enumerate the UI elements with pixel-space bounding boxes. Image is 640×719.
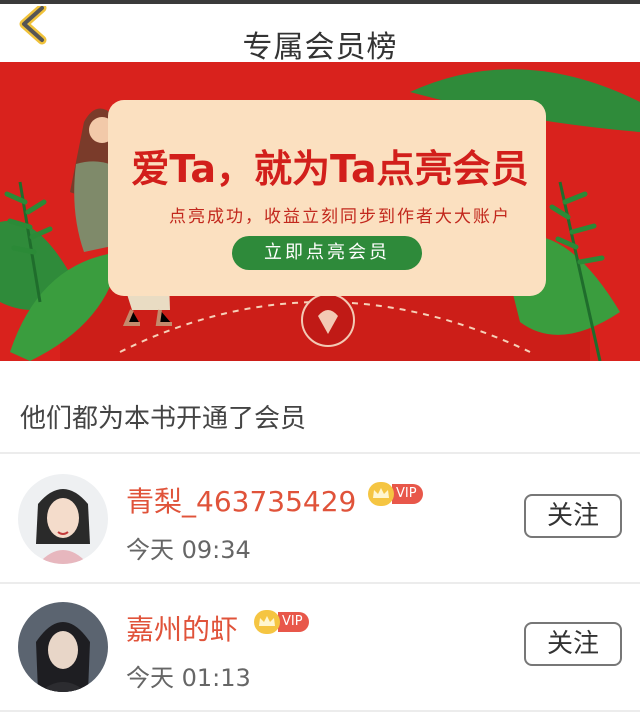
vip-badge: VIP	[254, 610, 309, 634]
avatar[interactable]	[18, 474, 108, 564]
divider	[0, 710, 640, 712]
member-time: 今天 09:34	[126, 536, 251, 564]
vip-badge: VIP	[368, 482, 423, 506]
member-time: 今天 01:13	[126, 664, 251, 692]
vip-label: VIP	[278, 612, 309, 632]
top-bar: 专属会员榜	[0, 3, 640, 65]
section-title: 他们都为本书开通了会员	[20, 404, 307, 434]
crown-icon	[254, 610, 280, 634]
list-item: 青梨_463735429 VIP 今天 09:34 关注	[0, 454, 640, 582]
follow-button[interactable]: 关注	[524, 494, 622, 538]
member-name[interactable]: 青梨_463735429	[126, 480, 356, 520]
member-name[interactable]: 嘉州的虾	[126, 608, 238, 648]
follow-button[interactable]: 关注	[524, 622, 622, 666]
list-item: 嘉州的虾 VIP 今天 01:13 关注	[0, 582, 640, 710]
promo-banner[interactable]: 爱Ta，就为Ta点亮会员 点亮成功，收益立刻同步到作者大大账户 立即点亮会员	[0, 62, 640, 361]
banner-headline: 爱Ta，就为Ta点亮会员	[131, 147, 529, 191]
crown-icon	[368, 482, 394, 506]
page-title: 专属会员榜	[242, 30, 398, 65]
banner-subtitle: 点亮成功，收益立刻同步到作者大大账户	[169, 207, 511, 227]
vip-label: VIP	[392, 484, 423, 504]
avatar[interactable]	[18, 602, 108, 692]
light-up-membership-button[interactable]: 立即点亮会员	[232, 236, 422, 270]
